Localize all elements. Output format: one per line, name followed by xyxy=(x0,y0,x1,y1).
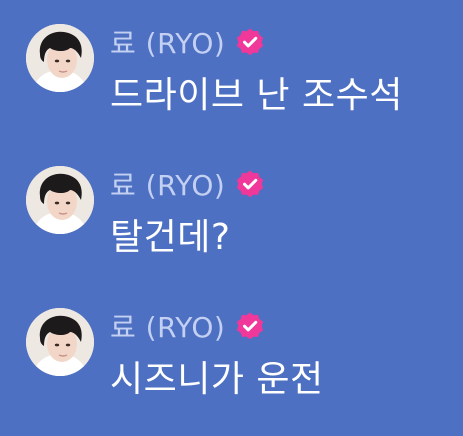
verified-badge-icon xyxy=(235,169,265,199)
message-text: 시즈니가 운전 xyxy=(110,359,324,400)
avatar[interactable] xyxy=(26,24,94,92)
verified-badge-icon xyxy=(235,311,265,341)
verified-badge-icon xyxy=(235,27,265,57)
avatar-image xyxy=(26,166,94,234)
message-item: 료 (RYO) 시즈니가 운전 xyxy=(0,306,463,426)
message-item: 료 (RYO) 탈건데? xyxy=(0,164,463,284)
avatar[interactable] xyxy=(26,308,94,376)
sender-row: 료 (RYO) xyxy=(110,22,265,62)
message-text: 드라이브 난 조수석 xyxy=(110,75,403,116)
message-item: 료 (RYO) 드라이브 난 조수석 xyxy=(0,22,463,142)
avatar-image xyxy=(26,308,94,376)
sender-name[interactable]: 료 (RYO) xyxy=(110,164,225,204)
avatar[interactable] xyxy=(26,166,94,234)
sender-name[interactable]: 료 (RYO) xyxy=(110,22,225,62)
chat-thread: 료 (RYO) 드라이브 난 조수석 료 (RYO) 탈건데? 료 (RYO) … xyxy=(0,0,463,436)
sender-row: 료 (RYO) xyxy=(110,306,265,346)
message-text: 탈건데? xyxy=(110,217,231,258)
avatar-image xyxy=(26,24,94,92)
sender-name[interactable]: 료 (RYO) xyxy=(110,306,225,346)
sender-row: 료 (RYO) xyxy=(110,164,265,204)
